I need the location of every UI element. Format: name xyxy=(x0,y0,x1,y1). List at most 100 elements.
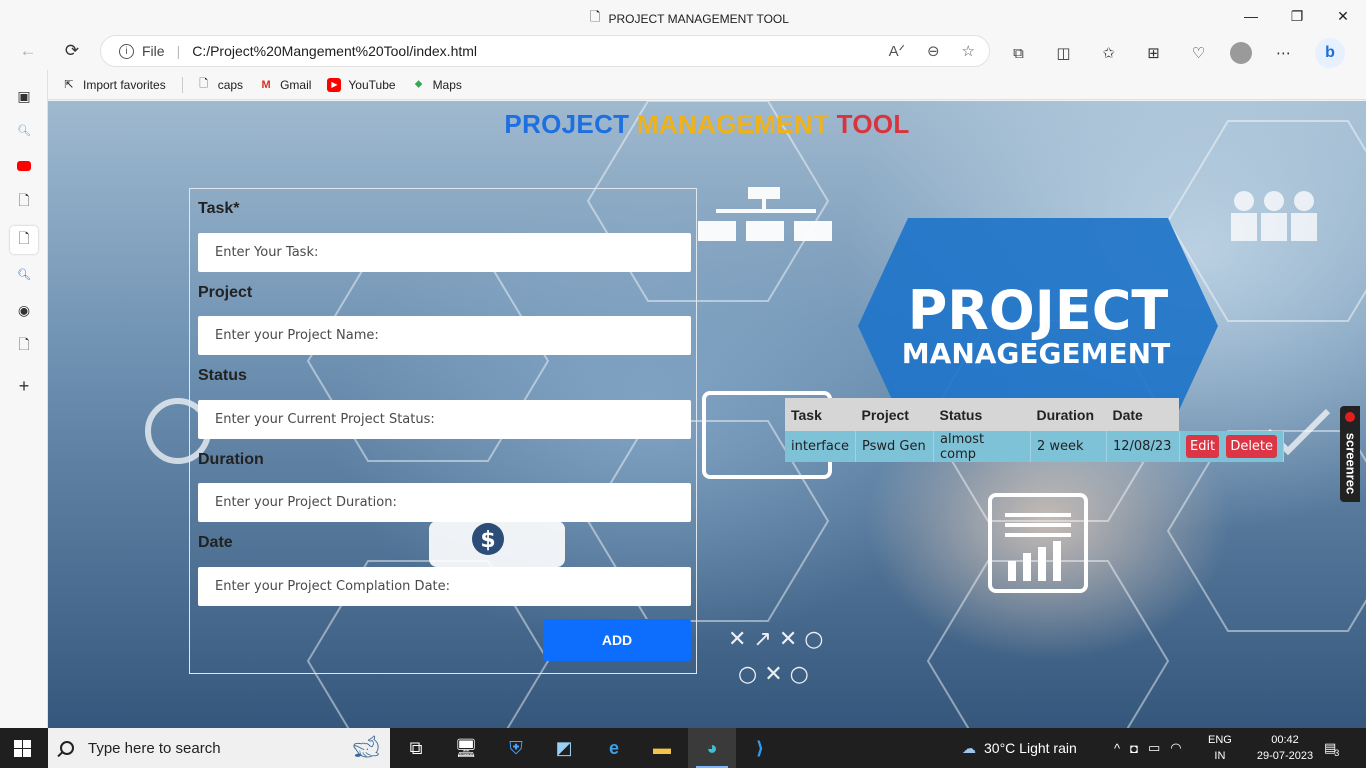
favorite-import[interactable]: ⇱ Import favorites xyxy=(62,77,166,92)
search-icon[interactable]: 🔍︎ xyxy=(14,120,34,140)
screenrec-widget[interactable]: screenrec xyxy=(1340,406,1360,502)
system-tray: ^ ◘ ▭ ◠ xyxy=(1114,728,1182,768)
windows-taskbar: Type here to search 🐋︎ ⧉ 🖥︎ ⛨ ◩ e ▬ ◕ ⟩ … xyxy=(0,728,1366,768)
status-label: Status xyxy=(198,367,247,384)
more-menu-icon[interactable]: ⋯ xyxy=(1270,40,1297,66)
computer-icon[interactable]: 🖥︎ xyxy=(442,728,490,768)
search-icon xyxy=(60,741,74,755)
task-input[interactable] xyxy=(198,233,691,272)
header-actions xyxy=(1179,398,1283,431)
maximize-button[interactable]: ❐ xyxy=(1274,0,1320,32)
weather-widget[interactable]: ☁ 30°C Light rain xyxy=(962,728,1077,768)
project-input[interactable] xyxy=(198,316,691,355)
favorite-star-icon[interactable]: ☆ xyxy=(962,42,975,60)
import-icon: ⇱ xyxy=(64,79,74,91)
favorite-gmail[interactable]: M Gmail xyxy=(259,78,311,92)
favorite-label: Import favorites xyxy=(83,77,166,92)
split-screen-icon[interactable]: ◫ xyxy=(1050,40,1077,66)
page-tab-icon[interactable]: 🗋 xyxy=(14,336,34,356)
date-input[interactable] xyxy=(198,567,691,606)
task-form: Task* Project Status Duration Date ADD xyxy=(189,188,697,674)
header-date: Date xyxy=(1106,398,1180,431)
collections-icon[interactable]: ⊞ xyxy=(1140,40,1167,66)
profile-avatar[interactable] xyxy=(1230,42,1252,64)
read-aloud-icon[interactable]: Aᐟ xyxy=(889,42,905,60)
github-icon[interactable]: ◉ xyxy=(14,300,34,320)
windows-start-icon[interactable] xyxy=(14,740,31,757)
close-button[interactable]: ✕ xyxy=(1320,0,1366,32)
app-icon[interactable]: ◩ xyxy=(540,728,588,768)
header-duration: Duration xyxy=(1030,398,1107,431)
cell-date: 12/08/23 xyxy=(1106,431,1180,462)
title-word-project: PROJECT xyxy=(504,109,630,139)
address-separator: | xyxy=(176,43,181,59)
scheme-label: File xyxy=(142,43,165,59)
refresh-button[interactable]: ⟳ xyxy=(58,38,86,64)
cell-duration: 2 week xyxy=(1030,431,1107,462)
favorite-label: caps xyxy=(217,77,244,92)
chevron-up-icon[interactable]: ^ xyxy=(1114,741,1120,756)
window-title-bar: 🗋 PROJECT MANAGEMENT TOOL — ❐ ✕ xyxy=(0,0,1366,32)
vscode-icon[interactable]: ⟩ xyxy=(736,728,784,768)
bing-icon[interactable]: b xyxy=(1315,38,1345,68)
favorite-maps[interactable]: ⬥ Maps xyxy=(412,78,462,92)
gmail-icon: M xyxy=(261,78,271,91)
clock-date: 29-07-2023 xyxy=(1256,750,1314,762)
header-status: Status xyxy=(933,398,1031,431)
taskbar-clock[interactable]: 00:42 29-07-2023 xyxy=(1252,732,1318,764)
address-bar[interactable]: i File | C:/Project%20Mangement%20Tool/i… xyxy=(100,35,990,67)
favorite-caps[interactable]: 🗋 caps xyxy=(197,78,243,92)
favorite-label: YouTube xyxy=(348,77,396,92)
back-button[interactable]: ← xyxy=(14,38,42,64)
url-text[interactable]: C:/Project%20Mangement%20Tool/index.html xyxy=(192,43,477,59)
clock-time: 00:42 xyxy=(1271,734,1299,746)
window-title-text: PROJECT MANAGEMENT TOOL xyxy=(608,12,789,26)
navigation-bar: ← ⟳ i File | C:/Project%20Mangement%20To… xyxy=(0,32,1366,70)
project-label: Project xyxy=(198,284,253,301)
youtube-tab-icon[interactable] xyxy=(14,156,34,176)
internet-explorer-icon[interactable]: e xyxy=(590,728,638,768)
minimize-button[interactable]: — xyxy=(1228,0,1274,32)
tab-actions-icon[interactable]: ▣ xyxy=(14,86,34,106)
add-button[interactable]: ADD xyxy=(543,619,691,661)
duration-label: Duration xyxy=(198,451,264,468)
edge-icon[interactable]: ◕ xyxy=(688,728,736,768)
svg-text:✕ ↗ ✕ ○: ✕ ↗ ✕ ○ xyxy=(728,627,823,652)
address-bar-actions: Aᐟ ⊖ ☆ xyxy=(889,42,975,60)
defender-icon[interactable]: ⛨ xyxy=(492,728,540,768)
weather-icon: ☁ xyxy=(962,739,976,756)
duration-input[interactable] xyxy=(198,483,691,522)
favorite-label: Maps xyxy=(432,77,462,92)
page-title: PROJECT MANAGEMENT TOOL xyxy=(48,109,1366,140)
favorites-icon[interactable]: ✩ xyxy=(1095,40,1122,66)
status-input[interactable] xyxy=(198,400,691,439)
notification-center[interactable]: ▤ 3 xyxy=(1324,728,1339,768)
delete-button[interactable]: Delete xyxy=(1226,435,1278,458)
add-icon[interactable]: + xyxy=(14,376,34,396)
search-tab-icon[interactable]: 🔍︎ xyxy=(14,264,34,284)
table-row: interface Pswd Gen almost comp 2 week 12… xyxy=(785,431,1285,462)
notification-count: 3 xyxy=(1334,748,1340,758)
zoom-icon[interactable]: ⊖ xyxy=(927,42,940,60)
wifi-icon[interactable]: ◠ xyxy=(1170,740,1181,756)
camera-icon[interactable]: ◘ xyxy=(1130,741,1138,756)
info-icon[interactable]: i xyxy=(119,43,134,59)
svg-text:PROJECT: PROJECT xyxy=(908,279,1169,342)
page-content: PROJECT MANAGEGEMENT $ ✕ ↗ ✕ ○ ○ ✕ ○ PRO… xyxy=(48,101,1366,728)
favorite-label: Gmail xyxy=(280,77,312,92)
page-tab-icon[interactable]: 🗋 xyxy=(14,192,34,212)
favorite-youtube[interactable]: ▶ YouTube xyxy=(327,77,396,92)
window-title: 🗋 PROJECT MANAGEMENT TOOL xyxy=(590,8,789,30)
language-indicator[interactable]: ENG IN xyxy=(1208,732,1232,764)
battery-icon[interactable]: ▭ xyxy=(1148,740,1160,756)
search-highlight-icon: 🐋︎ xyxy=(352,734,380,759)
table-header-row: Task Project Status Duration Date xyxy=(785,398,1284,431)
file-explorer-icon[interactable]: ▬ xyxy=(638,728,686,768)
date-label: Date xyxy=(198,534,233,551)
task-view-icon[interactable]: ⧉ xyxy=(392,728,440,768)
active-page-tab-icon[interactable]: 🗋 xyxy=(10,226,38,254)
taskbar-search[interactable]: Type here to search 🐋︎ xyxy=(48,728,390,768)
edit-button[interactable]: Edit xyxy=(1185,435,1220,458)
extensions-icon[interactable]: ⧉ xyxy=(1005,40,1032,66)
performance-icon[interactable]: ♡ xyxy=(1185,40,1212,66)
